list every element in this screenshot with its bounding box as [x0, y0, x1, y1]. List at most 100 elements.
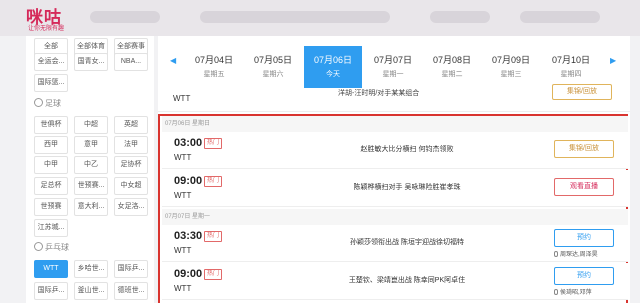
- nav-placeholder: [200, 11, 390, 23]
- match-title: 赵胜敏大比分横扫 何钧杰领败: [360, 146, 454, 153]
- date-tab[interactable]: 07月09日 星期三: [482, 46, 540, 88]
- tabletennis-section-header: 乒乓球: [34, 242, 69, 254]
- day-label: 07月06日 星期日: [162, 116, 628, 132]
- league-label: WTT: [174, 284, 192, 293]
- sidebar-item[interactable]: 国际乒...: [34, 282, 68, 300]
- commentator-label: 侯琦昭,邓萍: [554, 287, 592, 296]
- weekday-label: 星期一: [382, 71, 404, 78]
- hot-badge: 热门: [204, 138, 223, 149]
- sidebar-item[interactable]: NBA...: [114, 53, 148, 71]
- schedule-panel: ◀ 07月04日 星期五 07月05日 星期六 07月06日 今天 07月07日 星期一…: [158, 36, 630, 303]
- date-label: 07月06日: [313, 55, 353, 65]
- date-label: 07月08日: [432, 55, 472, 65]
- sidebar-item[interactable]: 世预赛: [34, 198, 68, 216]
- prev-arrow-icon[interactable]: ◀: [170, 56, 176, 65]
- hot-badge: 热门: [204, 231, 223, 242]
- weekday-label: 星期六: [262, 71, 284, 78]
- date-tab[interactable]: 07月05日 星期六: [244, 46, 302, 88]
- date-tab[interactable]: 07月10日 星期四: [542, 46, 600, 88]
- sidebar-item[interactable]: 国际篮...: [34, 74, 68, 92]
- date-tab[interactable]: 07月07日 星期一: [364, 46, 422, 88]
- sidebar-item[interactable]: 乡哈世...: [74, 260, 108, 278]
- date-tab[interactable]: 07月08日 星期二: [423, 46, 481, 88]
- match-row-partial: 洋胡-汪时明/对手某某组合 WTT 集锦/回放: [158, 84, 630, 112]
- match-title: 陈颖桦横扫对手 吴咏琳险胜崔孝珠: [353, 184, 461, 191]
- sidebar-item[interactable]: 江苏城...: [34, 219, 68, 237]
- highlights-button[interactable]: 集锦/回放: [552, 84, 612, 100]
- date-tab-today[interactable]: 07月06日 今天: [304, 46, 362, 88]
- nav-placeholder: [520, 11, 600, 23]
- weekday-label: 星期二: [441, 71, 463, 78]
- sidebar-item[interactable]: 世预赛...: [74, 177, 108, 195]
- sidebar-item[interactable]: 中女超: [114, 177, 148, 195]
- weekday-label: 今天: [326, 71, 340, 78]
- match-title: 孙颖莎领衔出战 陈垣宇迎战徐切福特: [350, 239, 464, 246]
- pingpong-icon: [34, 242, 43, 251]
- sidebar-item-wtt[interactable]: WTT: [34, 260, 68, 278]
- commentator-names: 周琛达,周泽昊: [560, 252, 598, 258]
- date-label: 07月04日: [194, 55, 234, 65]
- weekday-label: 星期四: [560, 71, 582, 78]
- weekday-label: 星期三: [500, 71, 522, 78]
- league-label: WTT: [174, 191, 192, 200]
- league-label: WTT: [173, 94, 191, 103]
- match-time: 03:00: [174, 137, 203, 149]
- sidebar-item[interactable]: 法甲: [114, 136, 148, 154]
- sidebar-item[interactable]: 全运会...: [34, 53, 68, 71]
- sidebar-item[interactable]: 女足洛...: [114, 198, 148, 216]
- match-row: 03:30 热门 WTT 孙颖莎领衔出战 陈垣宇迎战徐切福特 预约 周琛达,周泽…: [162, 225, 628, 262]
- sidebar-item[interactable]: 意大利...: [74, 198, 108, 216]
- league-label: WTT: [174, 153, 192, 162]
- top-header: 咪咕 让你无限有趣: [0, 0, 640, 36]
- hot-badge: 热门: [204, 269, 223, 280]
- sidebar-item[interactable]: 足协杯: [114, 156, 148, 174]
- commentator-names: 侯琦昭,邓萍: [560, 290, 592, 296]
- microphone-icon: [554, 289, 558, 295]
- match-time: 03:30: [174, 230, 203, 242]
- sidebar-item[interactable]: 国际乒...: [114, 260, 148, 278]
- sidebar-item[interactable]: 中乙: [74, 156, 108, 174]
- date-bar: ◀ 07月04日 星期五 07月05日 星期六 07月06日 今天 07月07日 星期一…: [158, 36, 630, 88]
- watch-live-button[interactable]: 观看直播: [554, 178, 614, 196]
- match-time: 09:00: [174, 175, 203, 187]
- date-label: 07月05日: [253, 55, 293, 65]
- date-tab[interactable]: 07月04日 星期五: [185, 46, 243, 88]
- sidebar-item[interactable]: 德班世...: [114, 282, 148, 300]
- date-label: 07月10日: [551, 55, 591, 65]
- highlights-button[interactable]: 集锦/回放: [554, 140, 614, 158]
- match-title: 王楚钦、梁靖崑出战 陈幸同PK阿卓住: [348, 277, 466, 284]
- sidebar-item[interactable]: 足总杯: [34, 177, 68, 195]
- nav-placeholder: [90, 11, 160, 23]
- reserve-button[interactable]: 预约: [554, 229, 614, 247]
- match-row: 09:00 热门 WTT 陈颖桦横扫对手 吴咏琳险胜崔孝珠 观看直播: [162, 170, 628, 207]
- sidebar-item[interactable]: 釜山世...: [74, 282, 108, 300]
- microphone-icon: [554, 251, 558, 257]
- sidebar-item[interactable]: 国青女...: [74, 53, 108, 71]
- sidebar-item[interactable]: 中甲: [34, 156, 68, 174]
- match-time: 09:00: [174, 268, 203, 280]
- match-row: 09:00 热门 WTT 王楚钦、梁靖崑出战 陈幸同PK阿卓住 预约 侯琦昭,邓…: [162, 263, 628, 300]
- sidebar-item[interactable]: 西甲: [34, 136, 68, 154]
- nav-placeholder: [430, 11, 490, 23]
- league-label: WTT: [174, 246, 192, 255]
- date-label: 07月07日: [373, 55, 413, 65]
- sidebar-item[interactable]: 中超: [74, 116, 108, 134]
- commentator-label: 周琛达,周泽昊: [554, 249, 598, 258]
- day-label: 07月07日 星期一: [162, 209, 628, 225]
- next-arrow-icon[interactable]: ▶: [610, 56, 616, 65]
- sidebar-item[interactable]: 世俱杯: [34, 116, 68, 134]
- sidebar-item[interactable]: 意甲: [74, 136, 108, 154]
- logo-tagline: 让你无限有趣: [28, 26, 65, 32]
- date-label: 07月09日: [491, 55, 531, 65]
- migu-logo[interactable]: 咪咕 让你无限有趣: [26, 3, 76, 33]
- weekday-label: 星期五: [203, 71, 225, 78]
- match-title: 洋胡-汪时明/对手某某组合: [338, 90, 420, 97]
- sidebar: 全部 全部体育 全部赛事 全运会... 国青女... NBA... 国际篮...…: [26, 36, 154, 303]
- hot-badge: 热门: [204, 176, 223, 187]
- match-row: 03:00 热门 WTT 赵胜敏大比分横扫 何钧杰领败 集锦/回放: [162, 132, 628, 169]
- football-section-header: 足球: [34, 98, 61, 110]
- sidebar-item[interactable]: 英超: [114, 116, 148, 134]
- football-icon: [34, 98, 43, 107]
- reserve-button[interactable]: 预约: [554, 267, 614, 285]
- tabletennis-header-label: 乒乓球: [45, 243, 69, 252]
